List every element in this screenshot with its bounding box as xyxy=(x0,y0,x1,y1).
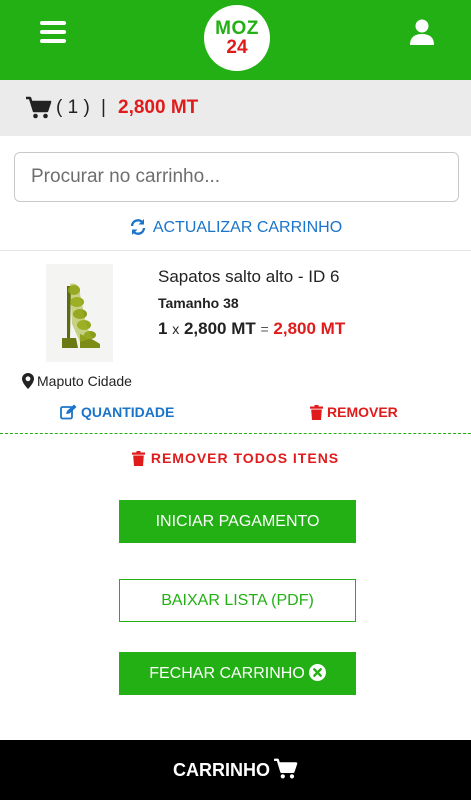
product-subtotal: 2,800 MT xyxy=(273,319,346,338)
map-pin-icon xyxy=(22,373,34,389)
location-label: Maputo Cidade xyxy=(37,373,132,389)
product-location: Maputo Cidade xyxy=(22,372,132,390)
cart-total: 2,800 MT xyxy=(118,97,199,118)
edit-quantity-button[interactable]: QUANTIDADE xyxy=(60,403,174,421)
summary-separator: | xyxy=(101,97,106,118)
product-unit-price: 2,800 MT xyxy=(183,319,256,338)
cart-icon xyxy=(26,96,52,119)
remove-all-items-button[interactable]: REMOVER TODOS ITENS xyxy=(0,449,471,467)
close-cart-label: FECHAR CARRINHO xyxy=(149,665,305,682)
user-icon[interactable] xyxy=(408,18,436,46)
refresh-cart-link[interactable]: ACTUALIZAR CARRINHO xyxy=(0,216,471,240)
bottom-cart-bar[interactable]: CARRINHO xyxy=(0,740,471,800)
edit-icon xyxy=(60,404,77,420)
close-cart-button[interactable]: FECHAR CARRINHO xyxy=(119,652,356,695)
times-symbol: x xyxy=(172,321,180,337)
hamburger-menu-icon[interactable] xyxy=(40,21,66,43)
refresh-cart-label: ACTUALIZAR CARRINHO xyxy=(152,219,343,236)
cart-item-count: ( 1 ) xyxy=(56,97,90,118)
item-divider-dashed xyxy=(0,433,471,434)
download-pdf-button[interactable]: BAIXAR LISTA (PDF) xyxy=(119,579,356,622)
site-logo[interactable]: MOZ 24 xyxy=(204,5,270,71)
cart-search-input[interactable] xyxy=(14,152,459,202)
product-price-line: 1 x 2,800 MT = 2,800 MT xyxy=(158,318,345,340)
remove-item-button[interactable]: REMOVER xyxy=(310,403,398,421)
logo-text-moz: MOZ xyxy=(215,18,259,39)
refresh-icon xyxy=(130,219,146,235)
cart-icon xyxy=(274,758,298,779)
trash-icon xyxy=(131,451,145,466)
start-payment-label: INICIAR PAGAMENTO xyxy=(155,513,320,530)
start-payment-button[interactable]: INICIAR PAGAMENTO xyxy=(119,500,356,543)
edit-quantity-label: QUANTIDADE xyxy=(81,404,175,420)
product-image[interactable] xyxy=(46,264,113,362)
remove-item-label: REMOVER xyxy=(327,404,398,420)
remove-all-items-label: REMOVER TODOS ITENS xyxy=(150,450,340,466)
equals-symbol: = xyxy=(260,321,269,337)
cart-summary-bar: ( 1 ) | 2,800 MT xyxy=(0,80,471,136)
bottom-cart-label: CARRINHO xyxy=(173,760,270,780)
product-name[interactable]: Sapatos salto alto - ID 6 xyxy=(158,266,339,288)
divider xyxy=(0,250,471,251)
product-quantity: 1 xyxy=(158,319,168,338)
download-pdf-label: BAIXAR LISTA (PDF) xyxy=(161,592,314,609)
logo-text-24: 24 xyxy=(226,37,248,58)
top-navigation-bar: MOZ 24 xyxy=(0,0,471,80)
trash-icon xyxy=(310,405,323,420)
product-size: Tamanho 38 xyxy=(158,295,239,311)
close-circle-icon xyxy=(308,664,326,681)
